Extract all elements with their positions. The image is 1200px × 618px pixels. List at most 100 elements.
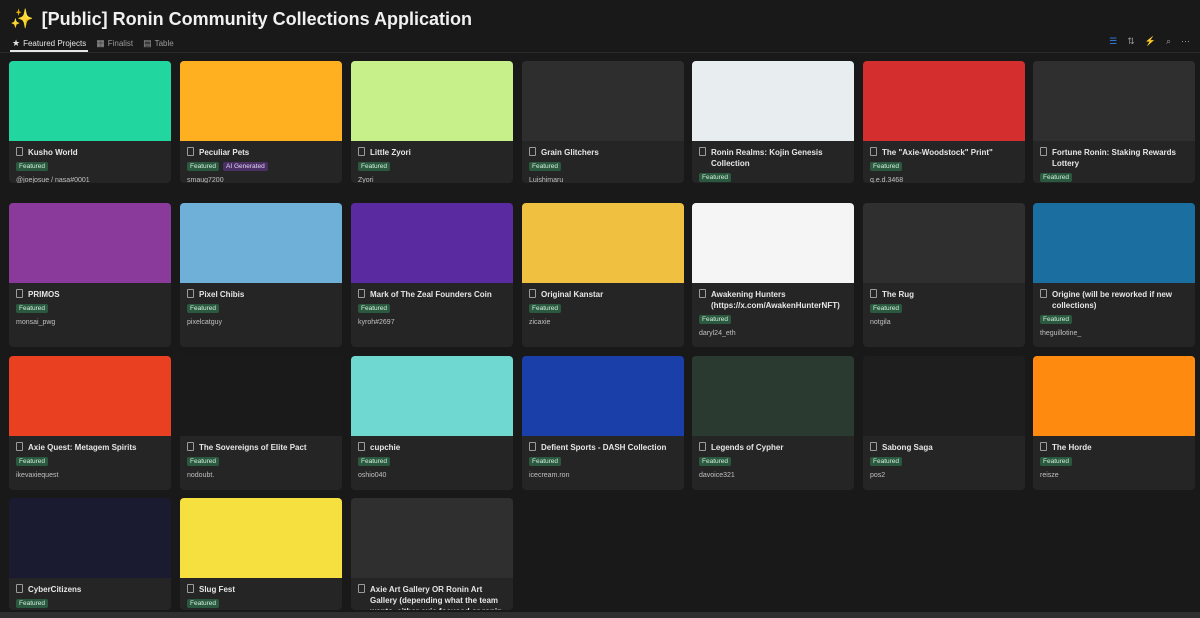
page-icon (1040, 289, 1047, 298)
gallery-card[interactable]: The Rug Featured notgila (863, 203, 1025, 347)
gallery-card[interactable]: Pixel Chibis Featured pixelcatguy (180, 203, 342, 347)
card-cover-image (9, 498, 171, 578)
card-owner: reisze (1040, 472, 1059, 479)
page-icon (529, 147, 536, 156)
card-title: The Horde (1052, 443, 1092, 452)
gallery-card[interactable]: Slug Fest Featured (180, 498, 342, 610)
gallery-card[interactable]: Little Zyori Featured Zyori (351, 61, 513, 183)
page-icon (870, 289, 877, 298)
featured-tag: Featured (16, 304, 49, 313)
gallery-card[interactable]: Legends of Cypher Featured davoice321 (692, 356, 854, 490)
tab-table[interactable]: ▤ Table (143, 36, 174, 50)
sparkles-icon: ✨ (10, 9, 34, 30)
grid-icon: ▦ (96, 37, 105, 48)
card-tags: Featured (699, 173, 732, 182)
card-title: Fortune Ronin: Staking Rewards Lottery (1052, 148, 1177, 168)
card-cover-image (522, 61, 684, 141)
card-title: Kusho World (28, 148, 78, 157)
gallery-card[interactable]: cupchie Featured oshio040 (351, 356, 513, 490)
card-owner: theguillotine_ (1040, 330, 1082, 337)
gallery-card[interactable]: Peculiar Pets Featured AI Generated smaug72… (180, 61, 342, 183)
ai-generated-tag: AI Generated (223, 162, 268, 171)
card-cover-image (180, 61, 342, 141)
page-icon (187, 442, 194, 451)
card-owner: notgila (870, 319, 891, 326)
gallery-card[interactable]: Grain Glitchers Featured Luishimaru (522, 61, 684, 183)
page-icon (1040, 442, 1047, 451)
tab-featured-projects[interactable]: ★ Featured Projects (12, 36, 86, 50)
featured-tag: Featured (699, 457, 732, 466)
card-owner: smaug7200 (187, 177, 224, 183)
card-title: Sabong Saga (882, 443, 933, 452)
card-tags: Featured (1040, 457, 1073, 466)
card-owner: q.e.d.3468 (870, 177, 904, 183)
page-icon (16, 442, 23, 451)
toolbar: ☰ ⇅ ⚡ ⌕ ⋯ (1109, 36, 1190, 47)
card-title: cupchie (370, 443, 401, 452)
featured-tag: Featured (870, 457, 903, 466)
card-title: CyberCitizens (28, 585, 82, 594)
gallery-card[interactable]: Origine (will be reworked if new collect… (1033, 203, 1195, 347)
featured-tag: Featured (16, 599, 49, 608)
page-icon (870, 147, 877, 156)
card-owner: nodoubt. (187, 472, 215, 479)
gallery-card[interactable]: The "Axie-Woodstock" Print" Featured q.e.d… (863, 61, 1025, 183)
page-icon (16, 584, 23, 593)
card-cover-image (180, 203, 342, 283)
tab-finalist[interactable]: ▦ Finalist (96, 36, 133, 50)
card-owner: pixelcatguy (187, 319, 223, 326)
tab-label: Table (154, 38, 174, 48)
automation-icon[interactable]: ⚡ (1145, 36, 1156, 47)
card-owner: zicaxie (529, 319, 551, 326)
gallery-card[interactable]: CyberCitizens Featured (9, 498, 171, 610)
gallery-card[interactable]: Axie Quest: Metagem Spirits Featured ikeva… (9, 356, 171, 490)
filter-icon[interactable]: ☰ (1109, 36, 1117, 47)
card-tags: Featured (529, 457, 562, 466)
gallery-card[interactable]: The Horde Featured reisze (1033, 356, 1195, 490)
featured-tag: Featured (16, 457, 49, 466)
star-icon: ★ (12, 37, 21, 48)
page-icon (358, 147, 365, 156)
card-cover-image (863, 356, 1025, 436)
gallery-card[interactable]: PRIMOS Featured monsai_pwg (9, 203, 171, 347)
card-cover-image (351, 498, 513, 578)
card-title: Original Kanstar (541, 290, 604, 299)
tab-label: Finalist (107, 38, 134, 48)
featured-tag: Featured (870, 162, 903, 171)
card-title: Axie Quest: Metagem Spirits (28, 443, 137, 452)
gallery-card[interactable]: Ronin Realms: Kojin Genesis Collection Fe… (692, 61, 854, 183)
card-tags: Featured (529, 162, 562, 171)
card-tags: Featured (358, 457, 391, 466)
more-icon[interactable]: ⋯ (1181, 36, 1190, 47)
sort-icon[interactable]: ⇅ (1127, 36, 1135, 47)
gallery-card[interactable]: Sabong Saga Featured pos2 (863, 356, 1025, 490)
page-header: ✨ [Public] Ronin Community Collections A… (10, 6, 472, 32)
featured-tag: Featured (529, 162, 562, 171)
card-cover-image (692, 356, 854, 436)
card-tags: Featured (1040, 315, 1073, 324)
card-tags: Featured (16, 304, 49, 313)
card-tags: Featured (16, 599, 49, 608)
card-cover-image (692, 203, 854, 283)
card-owner: @joejosue / nasa#0001 (16, 177, 90, 183)
gallery-card[interactable]: Awakening Hunters (https://x.com/AwakenH… (692, 203, 854, 347)
gallery-card[interactable]: Original Kanstar Featured zicaxie (522, 203, 684, 347)
gallery-card[interactable]: Axie Art Gallery OR Ronin Art Gallery (d… (351, 498, 513, 610)
card-owner: Luishimaru (529, 177, 564, 183)
gallery-card[interactable]: The Sovereigns of Elite Pact Featured nodo… (180, 356, 342, 490)
card-title: Mark of The Zeal Founders Coin (370, 290, 492, 299)
horizontal-scrollbar[interactable] (0, 612, 1200, 618)
gallery-card[interactable]: Fortune Ronin: Staking Rewards Lottery Fe… (1033, 61, 1195, 183)
card-title: Origine (will be reworked if new collect… (1052, 290, 1173, 310)
gallery-card[interactable]: Defient Sports - DASH Collection Featured… (522, 356, 684, 490)
card-cover-image (692, 61, 854, 141)
card-cover-image (863, 203, 1025, 283)
page-icon (529, 289, 536, 298)
card-owner: Zyori (358, 177, 374, 183)
gallery-card[interactable]: Kusho World Featured @joejosue / nasa#0001 (9, 61, 171, 183)
gallery-card[interactable]: Mark of The Zeal Founders Coin Featured ky… (351, 203, 513, 347)
card-tags: Featured (16, 457, 49, 466)
search-icon[interactable]: ⌕ (1166, 36, 1171, 47)
card-owner: oshio040 (358, 472, 387, 479)
featured-tag: Featured (1040, 457, 1073, 466)
